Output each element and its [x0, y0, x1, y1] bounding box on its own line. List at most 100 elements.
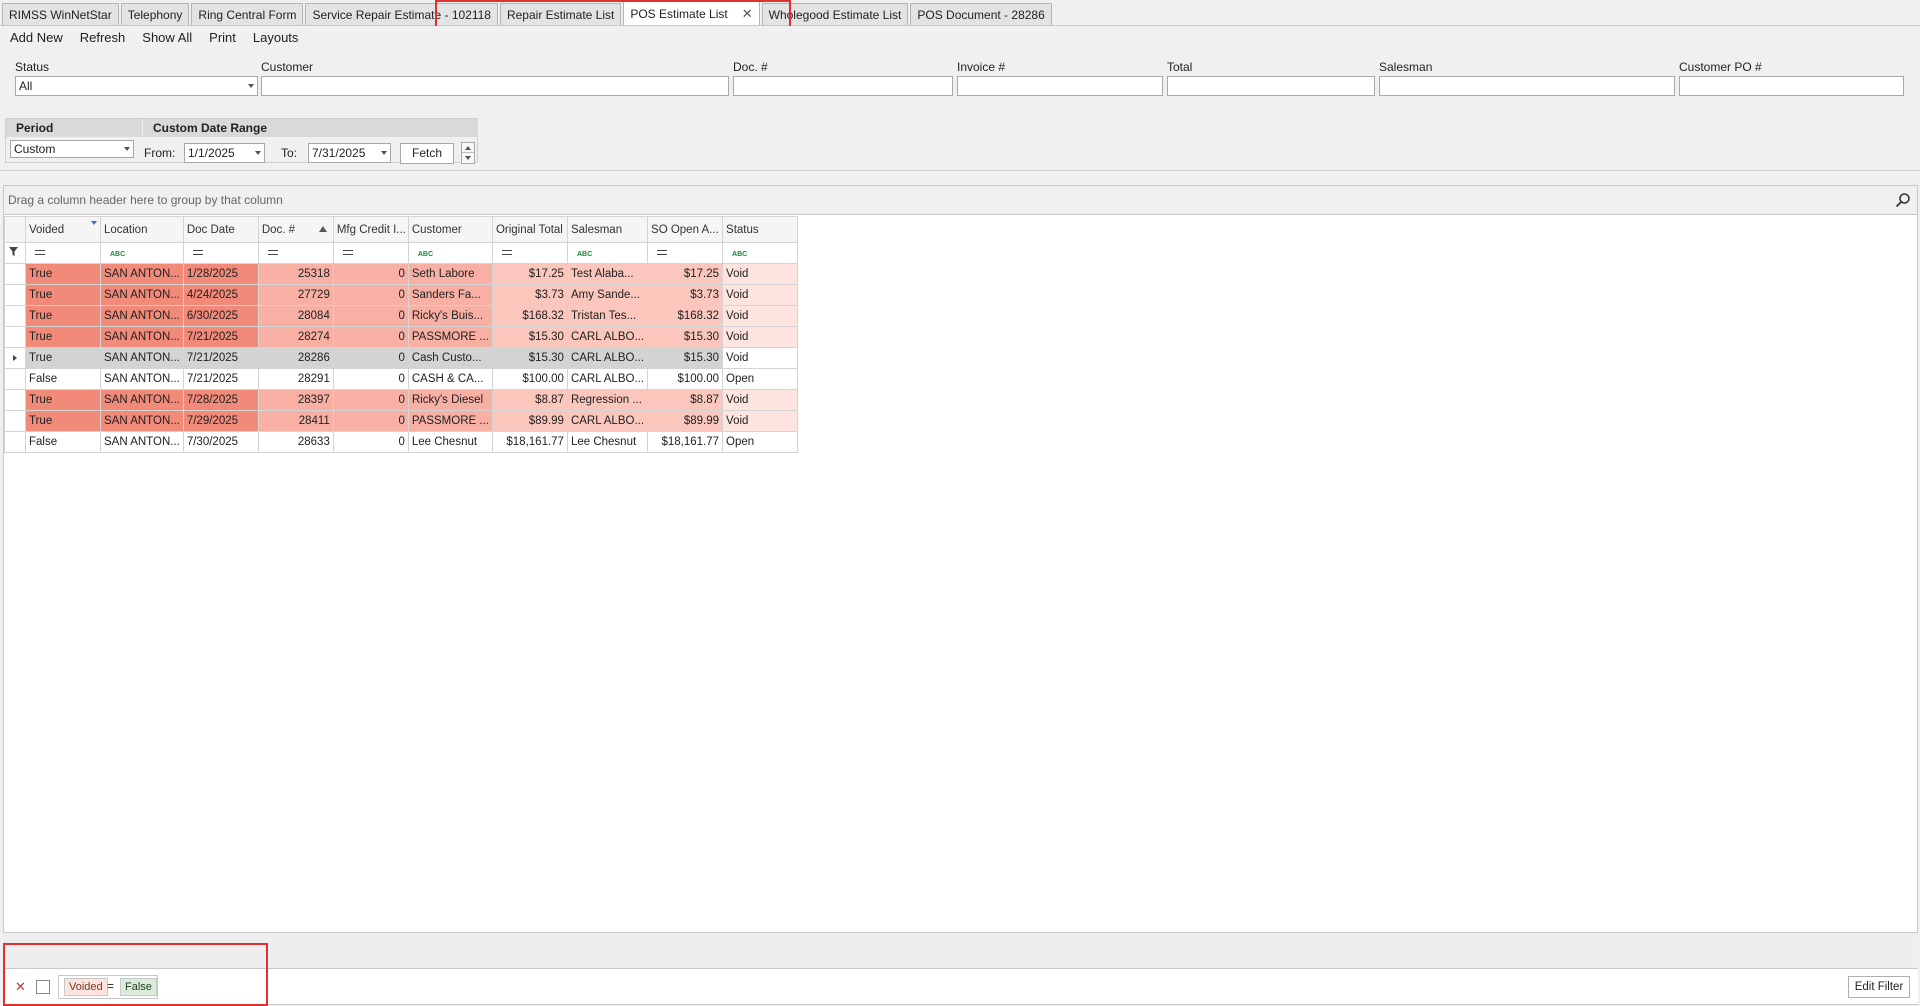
cell-total: $168.32: [491, 305, 568, 327]
column-header-open[interactable]: SO Open A...: [647, 216, 724, 243]
spin-down-icon[interactable]: [462, 153, 474, 163]
tab-telephony[interactable]: Telephony: [120, 3, 190, 25]
doc-label: Doc. #: [733, 60, 768, 74]
auto-filter-mfg[interactable]: [332, 242, 409, 264]
from-date-value: 1/1/2025: [188, 146, 235, 160]
cell-date: 4/24/2025: [182, 284, 259, 306]
auto-filter-voided[interactable]: [25, 242, 101, 264]
table-row[interactable]: True SAN ANTON... 1/28/2025 25318 0 Seth Labo…: [4, 263, 799, 285]
print-button[interactable]: Print: [209, 30, 236, 45]
cell-customer: Seth Labore: [407, 263, 493, 285]
cell-mfg: 0: [332, 305, 409, 327]
table-row[interactable]: True SAN ANTON... 7/29/2025 28411 0 PASSMORE …: [4, 410, 799, 432]
equals-operator-icon[interactable]: [657, 250, 668, 256]
tab-rimss-winnetstar[interactable]: RIMSS WinNetStar: [2, 3, 119, 25]
contains-operator-icon[interactable]: ABC: [577, 251, 592, 258]
cell-date: 6/30/2025: [182, 305, 259, 327]
total-input[interactable]: [1167, 76, 1375, 96]
cell-voided: True: [25, 305, 101, 327]
column-header-location[interactable]: Location: [100, 216, 184, 243]
status-value: All: [19, 79, 33, 93]
from-label: From:: [144, 146, 176, 160]
auto-filter-salesman[interactable]: ABC: [566, 242, 649, 264]
column-header-customer[interactable]: Customer: [407, 216, 493, 243]
auto-filter-doc[interactable]: [257, 242, 334, 264]
auto-filter-open[interactable]: [647, 242, 724, 264]
from-date-picker[interactable]: 1/1/2025: [184, 143, 265, 163]
auto-filter-row: ABC ABC ABC ABC: [4, 242, 799, 264]
spin-up-icon[interactable]: [462, 143, 474, 153]
column-filter-icon[interactable]: [91, 221, 97, 225]
status-dropdown[interactable]: All: [15, 76, 258, 96]
show-all-button[interactable]: Show All: [142, 30, 192, 45]
cell-doc: 28291: [257, 368, 334, 390]
row-indicator[interactable]: [4, 305, 26, 327]
table-row[interactable]: True SAN ANTON... 7/21/2025 28274 0 PASSMORE …: [4, 326, 799, 348]
row-indicator[interactable]: [4, 284, 26, 306]
contains-operator-icon[interactable]: ABC: [110, 251, 125, 258]
auto-filter-status[interactable]: ABC: [722, 242, 799, 264]
equals-operator-icon[interactable]: [342, 250, 353, 256]
layouts-button[interactable]: Layouts: [253, 30, 299, 45]
row-indicator[interactable]: [4, 326, 26, 348]
table-row[interactable]: True SAN ANTON... 6/30/2025 28084 0 Ricky's B…: [4, 305, 799, 327]
cell-customer: CASH & CA...: [407, 368, 493, 390]
period-spinner[interactable]: [461, 142, 475, 164]
cell-date: 7/28/2025: [182, 389, 259, 411]
column-header-status[interactable]: Status: [722, 216, 799, 243]
refresh-button[interactable]: Refresh: [80, 30, 126, 45]
filter-icon: [4, 242, 26, 264]
period-dropdown[interactable]: Custom: [10, 140, 134, 158]
cell-salesman: CARL ALBO...: [566, 347, 649, 369]
contains-operator-icon[interactable]: ABC: [418, 251, 433, 258]
tab-ring-central-form[interactable]: Ring Central Form: [191, 3, 304, 25]
row-indicator[interactable]: [4, 368, 26, 390]
sort-ascending-icon: [318, 226, 327, 232]
column-header-voided[interactable]: Voided: [25, 216, 101, 243]
row-indicator[interactable]: [4, 347, 26, 369]
customer-po-input[interactable]: [1679, 76, 1904, 96]
table-row[interactable]: False SAN ANTON... 7/21/2025 28291 0 CASH & C…: [4, 368, 799, 390]
equals-operator-icon[interactable]: [501, 250, 512, 256]
auto-filter-date[interactable]: [182, 242, 259, 264]
column-header-salesman[interactable]: Salesman: [566, 216, 649, 243]
table-row[interactable]: False SAN ANTON... 7/30/2025 28633 0 Lee Ches…: [4, 431, 799, 453]
contains-operator-icon[interactable]: ABC: [732, 251, 747, 258]
invoice-input[interactable]: [957, 76, 1163, 96]
cell-status: Void: [722, 284, 799, 306]
column-header-mfg[interactable]: Mfg Credit I...: [332, 216, 409, 243]
fetch-button[interactable]: Fetch: [400, 143, 454, 164]
current-row-arrow-icon: [13, 355, 17, 361]
auto-filter-customer[interactable]: ABC: [407, 242, 493, 264]
salesman-input[interactable]: [1379, 76, 1675, 96]
cell-customer: Cash Custo...: [407, 347, 493, 369]
column-header-date[interactable]: Doc Date: [182, 216, 259, 243]
search-icon[interactable]: [1895, 192, 1911, 208]
estimate-grid: Drag a column header here to group by th…: [3, 185, 1918, 1005]
edit-filter-button[interactable]: Edit Filter: [1848, 976, 1910, 998]
add-new-button[interactable]: Add New: [10, 30, 63, 45]
group-by-panel[interactable]: Drag a column header here to group by th…: [4, 186, 1917, 215]
customer-input[interactable]: [261, 76, 729, 96]
column-header-doc[interactable]: Doc. #: [257, 216, 334, 243]
table-row[interactable]: True SAN ANTON... 4/24/2025 27729 0 Sanders F…: [4, 284, 799, 306]
to-date-picker[interactable]: 7/31/2025: [308, 143, 391, 163]
table-row[interactable]: True SAN ANTON... 7/21/2025 28286 0 Cash Cust…: [4, 347, 799, 369]
column-header-total[interactable]: Original Total: [491, 216, 568, 243]
row-indicator[interactable]: [4, 263, 26, 285]
table-row[interactable]: True SAN ANTON... 7/28/2025 28397 0 Ricky's D…: [4, 389, 799, 411]
equals-operator-icon[interactable]: [35, 250, 45, 256]
row-indicator[interactable]: [4, 431, 26, 453]
row-indicator[interactable]: [4, 410, 26, 432]
row-indicator[interactable]: [4, 389, 26, 411]
equals-operator-icon[interactable]: [192, 250, 203, 256]
auto-filter-location[interactable]: ABC: [100, 242, 184, 264]
doc-input[interactable]: [733, 76, 953, 96]
tab-pos-document-28286[interactable]: POS Document - 28286: [910, 3, 1052, 25]
filter-panel: ✕ Voided = False Edit Filter: [3, 968, 1918, 1004]
auto-filter-total[interactable]: [491, 242, 568, 264]
equals-operator-icon[interactable]: [267, 250, 278, 256]
cell-customer: Ricky's Diesel: [407, 389, 493, 411]
cell-open: $89.99: [647, 410, 724, 432]
cell-date: 7/30/2025: [182, 431, 259, 453]
